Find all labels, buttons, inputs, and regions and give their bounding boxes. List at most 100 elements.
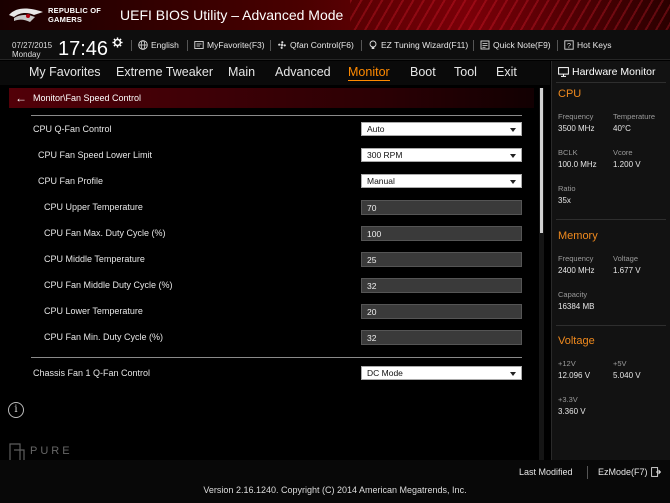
separator [270, 40, 271, 51]
setting-row-cpu-middle-temperature[interactable]: CPU Middle Temperature 25 [0, 248, 540, 274]
ez-mode-label: EzMode(F7) [598, 467, 648, 477]
cpu-fan-speed-lower-limit-dropdown[interactable]: 300 RPM [361, 148, 522, 162]
myfavorite-label: MyFavorite(F3) [207, 40, 265, 50]
v33-label: +3.3V [558, 395, 578, 404]
main-menu: My Favorites Extreme Tweaker Main Advanc… [0, 61, 550, 85]
svg-text:?: ? [567, 41, 571, 50]
scrollbar-thumb[interactable] [540, 88, 543, 233]
cpu-fan-profile-dropdown[interactable]: Manual [361, 174, 522, 188]
menu-exit[interactable]: Exit [496, 65, 517, 79]
rog-eye-icon [9, 8, 43, 22]
language-button[interactable]: English [138, 40, 179, 50]
memory-capacity-label: Capacity [558, 290, 588, 299]
cpu-temperature-value: 40°C [613, 124, 631, 133]
hot-keys-button[interactable]: ? Hot Keys [564, 40, 612, 50]
bclk-value: 100.0 MHz [558, 160, 597, 169]
setting-row-cpu-fan-min-duty[interactable]: CPU Fan Min. Duty Cycle (%) 32 [0, 326, 540, 352]
separator [473, 40, 474, 51]
setting-row-chassis-fan1-qfan-control[interactable]: Chassis Fan 1 Q-Fan Control DC Mode [0, 362, 540, 388]
info-icon[interactable]: i [8, 402, 24, 418]
quick-note-label: Quick Note(F9) [493, 40, 551, 50]
myfavorite-button[interactable]: MyFavorite(F3) [194, 40, 265, 50]
last-modified-label: Last Modified [519, 467, 573, 477]
divider [31, 357, 522, 358]
setting-label: CPU Q-Fan Control [33, 124, 112, 134]
menu-tool[interactable]: Tool [454, 65, 477, 79]
memory-section-title: Memory [558, 230, 598, 242]
setting-label: CPU Fan Max. Duty Cycle (%) [44, 228, 166, 238]
cpu-fan-middle-duty-input[interactable]: 32 [361, 278, 522, 293]
hardware-monitor-panel: Hardware Monitor CPU Frequency Temperatu… [551, 61, 670, 460]
chevron-down-icon [510, 128, 516, 132]
cpu-frequency-value: 3500 MHz [558, 124, 595, 133]
hot-keys-label: Hot Keys [577, 40, 612, 50]
chassis-fan1-qfan-control-dropdown[interactable]: DC Mode [361, 366, 522, 380]
separator [131, 40, 132, 51]
settings-panel: CPU Q-Fan Control Auto CPU Fan Speed Low… [0, 108, 540, 460]
setting-label: CPU Fan Profile [38, 176, 104, 186]
divider [556, 325, 666, 326]
cpu-fan-min-duty-input[interactable]: 32 [361, 330, 522, 345]
dropdown-value: 300 RPM [367, 150, 403, 160]
voltage-section-title: Voltage [558, 335, 595, 347]
setting-label: CPU Upper Temperature [44, 202, 143, 212]
setting-row-cpu-fan-profile[interactable]: CPU Fan Profile Manual [0, 170, 540, 196]
input-value: 70 [367, 203, 377, 213]
back-arrow-icon[interactable]: ← [15, 91, 27, 105]
setting-row-cpu-lower-temperature[interactable]: CPU Lower Temperature 20 [0, 300, 540, 326]
separator [361, 40, 362, 51]
qfan-control-button[interactable]: Qfan Control(F6) [277, 40, 354, 50]
memory-voltage-value: 1.677 V [613, 266, 641, 275]
cpu-qfan-control-dropdown[interactable]: Auto [361, 122, 522, 136]
title-bar: REPUBLIC OF GAMERS UEFI BIOS Utility – A… [0, 0, 670, 30]
svg-text:PURE: PURE [30, 445, 73, 457]
setting-row-cpu-qfan-control[interactable]: CPU Q-Fan Control Auto [0, 118, 540, 144]
gear-icon[interactable] [112, 37, 123, 48]
ratio-value: 35x [558, 196, 571, 205]
memory-capacity-value: 16384 MB [558, 302, 595, 311]
menu-boot[interactable]: Boot [410, 65, 436, 79]
vcore-label: Vcore [613, 148, 633, 157]
separator [557, 40, 558, 51]
hardware-monitor-title: Hardware Monitor [572, 66, 656, 78]
menu-my-favorites[interactable]: My Favorites [29, 65, 101, 79]
favorite-icon [194, 41, 204, 49]
menu-monitor[interactable]: Monitor [348, 65, 390, 81]
ez-tuning-wizard-button[interactable]: EZ Tuning Wizard(F11) [368, 40, 468, 50]
setting-row-cpu-fan-max-duty[interactable]: CPU Fan Max. Duty Cycle (%) 100 [0, 222, 540, 248]
menu-advanced[interactable]: Advanced [275, 65, 331, 79]
v5-value: 5.040 V [613, 371, 641, 380]
question-icon: ? [564, 40, 574, 50]
setting-row-cpu-upper-temperature[interactable]: CPU Upper Temperature 70 [0, 196, 540, 222]
version-text: Version 2.16.1240. Copyright (C) 2014 Am… [203, 485, 467, 495]
date-display: 07/27/2015 Monday [12, 41, 52, 59]
cpu-fan-max-duty-input[interactable]: 100 [361, 226, 522, 241]
cpu-middle-temperature-input[interactable]: 25 [361, 252, 522, 267]
menu-extreme-tweaker[interactable]: Extreme Tweaker [116, 65, 213, 79]
v12-value: 12.096 V [558, 371, 591, 380]
bulb-icon [369, 40, 377, 49]
quick-note-button[interactable]: Quick Note(F9) [480, 40, 551, 50]
setting-label: CPU Lower Temperature [44, 306, 143, 316]
last-modified-button[interactable]: Last Modified [519, 467, 573, 477]
breadcrumb-path: Monitor\Fan Speed Control [33, 93, 142, 103]
chevron-down-icon [510, 154, 516, 158]
setting-label: CPU Fan Speed Lower Limit [38, 150, 153, 160]
ez-mode-button[interactable]: EzMode(F7) [598, 467, 661, 477]
input-value: 20 [367, 307, 377, 317]
cpu-lower-temperature-input[interactable]: 20 [361, 304, 522, 319]
setting-label: CPU Middle Temperature [44, 254, 145, 264]
clock-display[interactable]: 17:46 [58, 38, 108, 61]
note-icon [480, 40, 490, 50]
window-title: UEFI BIOS Utility – Advanced Mode [120, 7, 344, 23]
setting-row-cpu-fan-middle-duty[interactable]: CPU Fan Middle Duty Cycle (%) 32 [0, 274, 540, 300]
menu-main[interactable]: Main [228, 65, 255, 79]
setting-row-cpu-fan-speed-lower-limit[interactable]: CPU Fan Speed Lower Limit 300 RPM [0, 144, 540, 170]
cpu-upper-temperature-input[interactable]: 70 [361, 200, 522, 215]
ez-tuning-label: EZ Tuning Wizard(F11) [381, 40, 469, 50]
setting-label: CPU Fan Min. Duty Cycle (%) [44, 332, 164, 342]
input-value: 32 [367, 333, 377, 343]
dropdown-value: DC Mode [367, 368, 403, 378]
monitor-icon [558, 67, 569, 77]
v12-label: +12V [558, 359, 576, 368]
